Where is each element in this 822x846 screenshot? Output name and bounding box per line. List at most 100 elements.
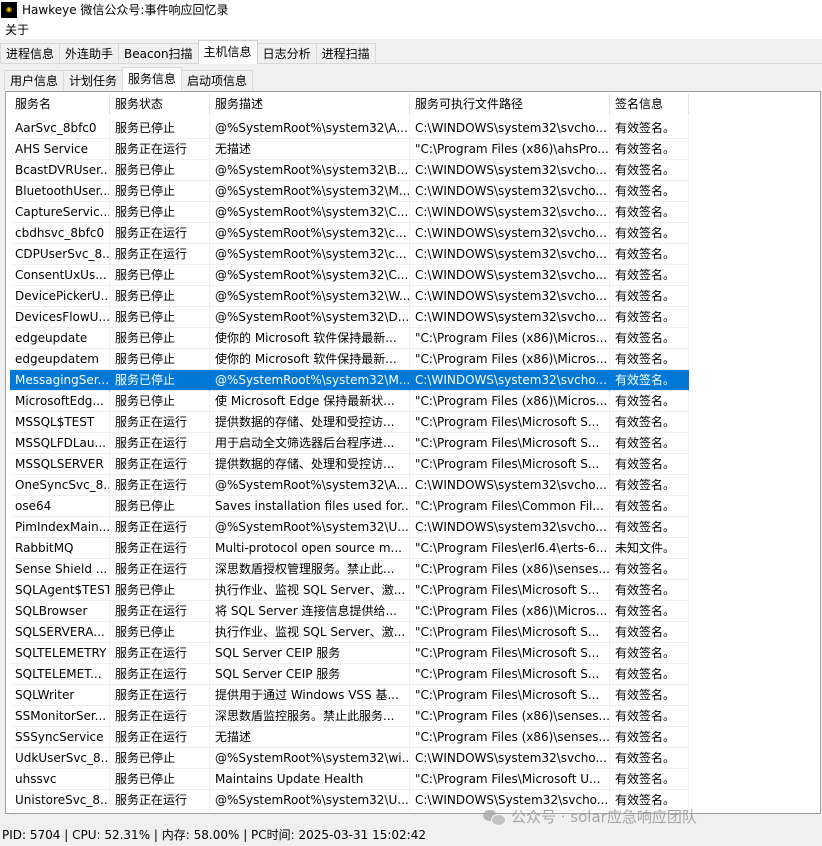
- table-row[interactable]: SSSyncService 服务正在运行 无描述 "C:\Program Files …: [10, 727, 689, 748]
- table-row[interactable]: DevicePickerU... 服务已停止 @%SystemRoot%\syste…: [10, 286, 689, 307]
- table-cell: @%SystemRoot%\system32\B...: [210, 160, 410, 181]
- table-cell: 有效签名。: [610, 307, 689, 328]
- column-header-0[interactable]: 服务名: [10, 94, 110, 115]
- table-row[interactable]: BluetoothUser... 服务已停止 @%SystemRoot%\syste…: [10, 181, 689, 202]
- table-row[interactable]: SQLAgent$TEST 服务已停止 执行作业、监视 SQL Server、激..…: [10, 580, 689, 601]
- table-cell: 服务已停止: [110, 769, 210, 790]
- table-cell: DevicesFlowU...: [10, 307, 110, 328]
- sub-tab-1[interactable]: 计划任务: [63, 70, 124, 91]
- table-row[interactable]: SSMonitorSer... 服务正在运行 深思数盾监控服务。禁止此服务... "C…: [10, 706, 689, 727]
- wechat-icon: [483, 808, 506, 826]
- table-cell: CDPUserSvc_8...: [10, 244, 110, 265]
- table-row[interactable]: BcastDVRUser... 服务已停止 @%SystemRoot%\system…: [10, 160, 689, 181]
- table-cell: "C:\Program Files\Microsoft S...: [410, 664, 610, 685]
- table-cell: MSSQLSERVER: [10, 454, 110, 475]
- table-row[interactable]: uhssvc 服务已停止 Maintains Update Health "C:\Pr…: [10, 769, 689, 790]
- main-tab-4[interactable]: 日志分析: [256, 43, 317, 64]
- table-row[interactable]: cbdhsvc_8bfc0 服务正在运行 @%SystemRoot%\system3…: [10, 223, 689, 244]
- table-row[interactable]: MSSQLFDLau... 服务正在运行 用于启动全文筛选器后台程序进... "C:\…: [10, 433, 689, 454]
- hawkeye-app-icon: ◉: [1, 1, 17, 18]
- table-row[interactable]: AarSvc_8bfc0 服务已停止 @%SystemRoot%\system32\…: [10, 118, 689, 139]
- table-cell: 服务正在运行: [110, 517, 210, 538]
- table-cell: 有效签名。: [610, 328, 689, 349]
- table-cell: "C:\Program Files\Microsoft S...: [410, 685, 610, 706]
- table-cell: 服务正在运行: [110, 454, 210, 475]
- table-row[interactable]: MSSQL$TEST 服务正在运行 提供数据的存储、处理和受控访... "C:\Pro…: [10, 412, 689, 433]
- table-cell: 服务正在运行: [110, 223, 210, 244]
- column-header-3[interactable]: 服务可执行文件路径: [410, 94, 610, 115]
- table-cell: edgeupdate: [10, 328, 110, 349]
- table-row[interactable]: DevicesFlowU... 服务已停止 @%SystemRoot%\system…: [10, 307, 689, 328]
- table-cell: Saves installation files used for...: [210, 496, 410, 517]
- main-tab-1[interactable]: 外连助手: [59, 43, 120, 64]
- table-row[interactable]: MessagingSer... 服务已停止 @%SystemRoot%\system…: [10, 370, 689, 391]
- table-row[interactable]: RabbitMQ 服务正在运行 Multi-protocol open source…: [10, 538, 689, 559]
- table-cell: 使 Microsoft Edge 保持最新状...: [210, 391, 410, 412]
- column-header-2[interactable]: 服务描述: [210, 94, 410, 115]
- table-cell: 有效签名。: [610, 286, 689, 307]
- sub-tab-0[interactable]: 用户信息: [4, 70, 65, 91]
- table-cell: "C:\Program Files (x86)\senses...: [410, 727, 610, 748]
- column-header-4[interactable]: 签名信息: [610, 94, 689, 115]
- table-cell: 有效签名。: [610, 643, 689, 664]
- table-row[interactable]: MSSQLSERVER 服务正在运行 提供数据的存储、处理和受控访... "C:\Pr…: [10, 454, 689, 475]
- table-row[interactable]: CDPUserSvc_8... 服务正在运行 @%SystemRoot%\syste…: [10, 244, 689, 265]
- table-cell: C:\WINDOWS\system32\svcho...: [410, 475, 610, 496]
- table-cell: @%SystemRoot%\system32\W...: [210, 286, 410, 307]
- main-tab-3[interactable]: 主机信息: [197, 40, 258, 64]
- list-header: 服务名 服务状态 服务描述 服务可执行文件路径 签名信息: [10, 94, 689, 115]
- table-cell: SQLTELEMETRY: [10, 643, 110, 664]
- sub-tab-3[interactable]: 启动项信息: [181, 70, 254, 91]
- table-cell: 执行作业、监视 SQL Server、激...: [210, 580, 410, 601]
- table-row[interactable]: Sense Shield ... 服务正在运行 深思数盾授权管理服务。禁止此... "…: [10, 559, 689, 580]
- table-cell: "C:\Program Files (x86)\Micros...: [410, 601, 610, 622]
- table-row[interactable]: UdkUserSvc_8... 服务已停止 @%SystemRoot%\system…: [10, 748, 689, 769]
- table-row[interactable]: SQLTELEMET... 服务正在运行 SQL Server CEIP 服务 "C:…: [10, 664, 689, 685]
- services-list-view[interactable]: 服务名 服务状态 服务描述 服务可执行文件路径 签名信息 AarSvc_8bfc0 服务已…: [5, 91, 821, 814]
- menu-bar: 关于: [0, 19, 822, 39]
- menu-about[interactable]: 关于: [0, 21, 34, 38]
- table-cell: 服务已停止: [110, 496, 210, 517]
- table-row[interactable]: SQLWriter 服务正在运行 提供用于通过 Windows VSS 基... "C…: [10, 685, 689, 706]
- table-cell: 服务正在运行: [110, 244, 210, 265]
- table-cell: 服务已停止: [110, 391, 210, 412]
- table-cell: 服务正在运行: [110, 475, 210, 496]
- column-header-1[interactable]: 服务状态: [110, 94, 210, 115]
- table-cell: edgeupdatem: [10, 349, 110, 370]
- table-row[interactable]: CaptureServic... 服务已停止 @%SystemRoot%\syste…: [10, 202, 689, 223]
- table-row[interactable]: AHS Service 服务正在运行 无描述 "C:\Program Files (x…: [10, 139, 689, 160]
- table-cell: Multi-protocol open source m...: [210, 538, 410, 559]
- table-cell: MicrosoftEdg...: [10, 391, 110, 412]
- table-cell: PimIndexMain...: [10, 517, 110, 538]
- table-row[interactable]: PimIndexMain... 服务正在运行 @%SystemRoot%\syste…: [10, 517, 689, 538]
- table-row[interactable]: edgeupdatem 服务已停止 使你的 Microsoft 软件保持最新... "…: [10, 349, 689, 370]
- table-cell: uhssvc: [10, 769, 110, 790]
- table-row[interactable]: edgeupdate 服务已停止 使你的 Microsoft 软件保持最新... "C…: [10, 328, 689, 349]
- table-cell: cbdhsvc_8bfc0: [10, 223, 110, 244]
- table-row[interactable]: SQLTELEMETRY 服务正在运行 SQL Server CEIP 服务 "C:\…: [10, 643, 689, 664]
- main-tab-0[interactable]: 进程信息: [0, 43, 61, 64]
- table-cell: AarSvc_8bfc0: [10, 118, 110, 139]
- table-cell: "C:\Program Files\Microsoft S...: [410, 454, 610, 475]
- table-cell: 服务已停止: [110, 265, 210, 286]
- main-tab-5[interactable]: 进程扫描: [315, 43, 376, 64]
- table-cell: MSSQLFDLau...: [10, 433, 110, 454]
- table-cell: 深思数盾授权管理服务。禁止此...: [210, 559, 410, 580]
- table-cell: @%SystemRoot%\system32\A...: [210, 475, 410, 496]
- window-title: Hawkeye 微信公众号:事件响应回忆录: [22, 3, 229, 17]
- table-row[interactable]: SQLBrowser 服务正在运行将 SQL Server 连接信息提供给... "…: [10, 601, 689, 622]
- table-cell: CaptureServic...: [10, 202, 110, 223]
- table-row[interactable]: ConsentUxUs... 服务已停止 @%SystemRoot%\system3…: [10, 265, 689, 286]
- table-row[interactable]: SQLSERVERA... 服务已停止 执行作业、监视 SQL Server、激..…: [10, 622, 689, 643]
- table-cell: 有效签名。: [610, 580, 689, 601]
- table-cell: C:\WINDOWS\system32\svcho...: [410, 160, 610, 181]
- sub-tab-2[interactable]: 服务信息: [122, 67, 183, 91]
- main-tab-2[interactable]: Beacon扫描: [118, 43, 199, 64]
- table-cell: 提供用于通过 Windows VSS 基...: [210, 685, 410, 706]
- table-cell: C:\WINDOWS\system32\svcho...: [410, 244, 610, 265]
- table-cell: "C:\Program Files\erl6.4\erts-6...: [410, 538, 610, 559]
- table-row[interactable]: OneSyncSvc_8... 服务正在运行 @%SystemRoot%\syste…: [10, 475, 689, 496]
- table-row[interactable]: MicrosoftEdg... 服务已停止使 Microsoft Edge 保持最…: [10, 391, 689, 412]
- table-row[interactable]: ose64 服务已停止 Saves installation files used …: [10, 496, 689, 517]
- table-cell: 有效签名。: [610, 706, 689, 727]
